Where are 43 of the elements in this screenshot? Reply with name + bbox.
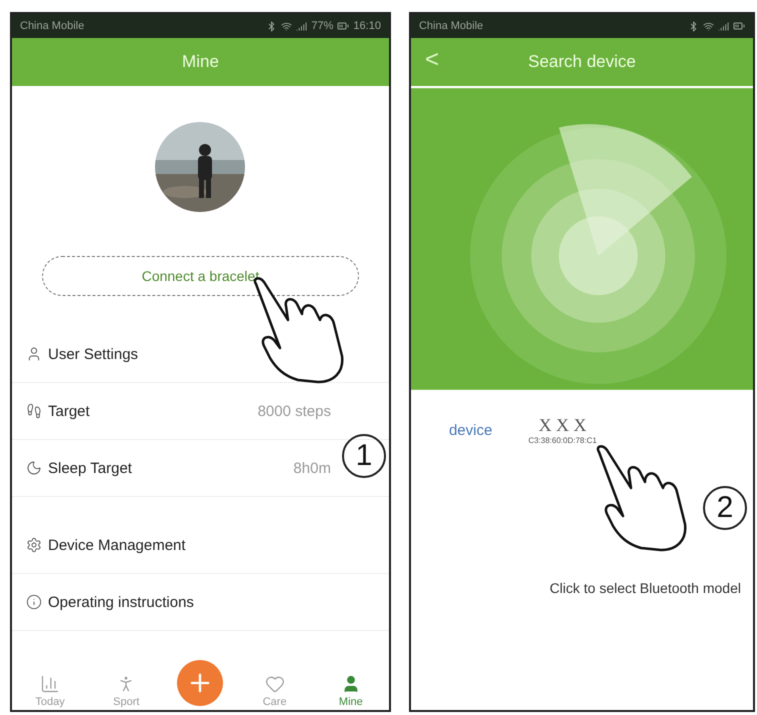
battery-icon [733,20,745,32]
step-number: 1 [342,434,386,478]
info-icon [26,594,42,610]
connect-button[interactable]: Connect a bracelet [42,256,359,296]
carrier-name: China Mobile [418,20,484,32]
signal-icon [296,20,308,32]
hint-text: Click to select Bluetooth model [550,580,741,596]
device-link[interactable]: device [448,422,492,438]
menu-value: 8000 steps [258,402,331,420]
menu-label: Operating instructions [48,594,194,610]
menu-label: Sleep Target [48,460,132,476]
battery-level: 77% [311,20,334,32]
bluetooth-icon [688,20,699,32]
menu-value: 8h0m [293,460,331,476]
moon-icon [26,460,42,476]
bar-chart-icon [40,674,60,694]
signal-icon [718,20,729,32]
wifi-icon [703,20,714,32]
device-address: C3:38:60:0D:78:C1 [528,436,597,445]
heart-icon [264,674,285,694]
person-icon [26,346,42,362]
tab[interactable]: Sport [101,674,152,708]
menu-label: User Settings [48,346,138,362]
menu-item[interactable]: Operating instructions [12,574,389,631]
tab[interactable]: Today [25,674,76,708]
gear-icon [26,537,42,553]
menu-label: Target [48,402,90,420]
step-number: 2 [702,486,747,530]
tab[interactable]: Mine [326,674,376,708]
clock-time: 16:10 [353,20,381,32]
tab[interactable]: Care [250,674,300,708]
menu-item[interactable]: Target 8000 steps [12,383,389,440]
device-name[interactable]: X X X [538,415,587,436]
battery-icon [337,20,350,32]
wifi-icon [281,20,292,32]
footprints-icon [26,403,42,419]
add-button[interactable] [177,660,224,706]
menu-item[interactable]: Device Management [12,517,389,574]
bluetooth-icon [266,20,278,32]
screen-title: Search device [528,52,636,72]
screen-title: Mine [182,52,219,72]
menu-label: Device Management [48,536,186,554]
carrier-name: China Mobile [20,20,84,32]
